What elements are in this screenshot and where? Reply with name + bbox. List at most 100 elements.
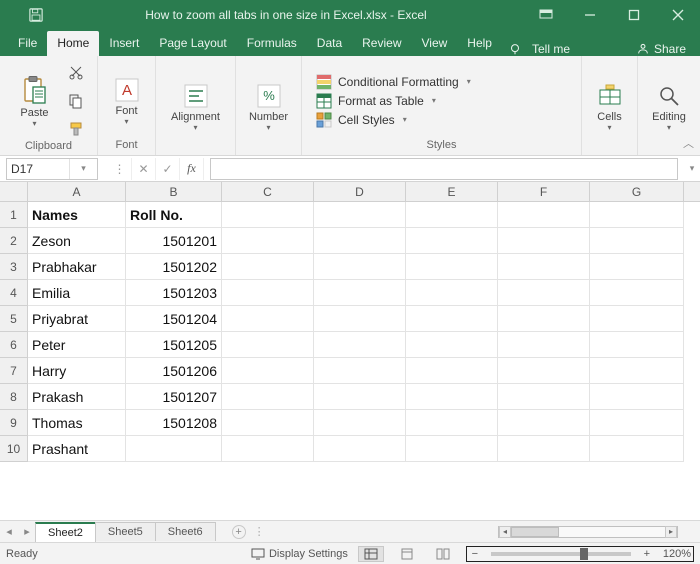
cell[interactable] [590,358,684,384]
cut-icon[interactable] [65,62,87,84]
cell[interactable] [406,254,498,280]
cell[interactable] [406,436,498,462]
row-header[interactable]: 1 [0,202,28,228]
close-icon[interactable] [656,0,700,30]
cell[interactable]: Emilia [28,280,126,306]
cell[interactable]: 1501205 [126,332,222,358]
scrollbar-thumb[interactable] [511,527,559,537]
cell[interactable]: Priyabrat [28,306,126,332]
tab-help[interactable]: Help [457,31,502,56]
tab-scroll-left-icon[interactable]: ◂ [0,525,18,538]
collapse-ribbon-icon[interactable]: ︿ [683,135,694,151]
cell[interactable] [498,384,590,410]
display-settings-button[interactable]: Display Settings [251,548,348,560]
tab-home[interactable]: Home [47,31,99,56]
expand-formula-bar-icon[interactable]: ▾ [684,163,700,174]
tab-view[interactable]: View [412,31,458,56]
cell[interactable] [222,410,314,436]
cell[interactable]: Thomas [28,410,126,436]
number-button[interactable]: % Number ▾ [245,72,293,142]
cell[interactable]: Names [28,202,126,228]
normal-view-icon[interactable] [358,546,384,562]
cell[interactable]: Prashant [28,436,126,462]
cell[interactable] [314,228,406,254]
cell[interactable] [590,254,684,280]
cell[interactable]: 1501207 [126,384,222,410]
row-header[interactable]: 4 [0,280,28,306]
tab-page-layout[interactable]: Page Layout [149,31,236,56]
cell[interactable] [222,384,314,410]
cell[interactable]: 1501208 [126,410,222,436]
page-layout-view-icon[interactable] [394,546,420,562]
cell[interactable] [314,384,406,410]
cell[interactable] [498,254,590,280]
row-header[interactable]: 6 [0,332,28,358]
tab-scroll-right-icon[interactable]: ▸ [18,525,36,538]
cell[interactable] [498,358,590,384]
editing-button[interactable]: Editing ▾ [645,72,693,142]
zoom-slider-thumb[interactable] [580,548,588,560]
cell[interactable]: 1501206 [126,358,222,384]
sheet-tab[interactable]: Sheet5 [95,522,156,541]
cell[interactable] [406,202,498,228]
name-box-input[interactable] [7,159,69,179]
cell[interactable] [590,228,684,254]
page-break-view-icon[interactable] [430,546,456,562]
copy-icon[interactable] [65,90,87,112]
cell[interactable]: Roll No. [126,202,222,228]
col-header[interactable]: F [498,182,590,201]
cell[interactable] [498,202,590,228]
conditional-formatting-button[interactable]: Conditional Formatting ▾ [316,74,471,90]
minimize-icon[interactable] [568,0,612,30]
col-header[interactable]: A [28,182,126,201]
cell[interactable] [498,332,590,358]
zoom-out-icon[interactable]: − [469,548,481,560]
zoom-level[interactable]: 120% [663,548,691,560]
cell[interactable] [314,332,406,358]
row-header[interactable]: 10 [0,436,28,462]
tab-data[interactable]: Data [307,31,352,56]
tellme-bulb-icon[interactable] [508,42,526,56]
name-box-dropdown-icon[interactable]: ▾ [69,159,97,179]
maximize-icon[interactable] [612,0,656,30]
sheet-tab[interactable]: Sheet2 [35,522,96,542]
scroll-right-icon[interactable]: ▸ [665,526,677,538]
cell[interactable] [590,436,684,462]
save-icon[interactable] [24,3,48,27]
cell[interactable] [590,280,684,306]
zoom-in-icon[interactable]: + [641,548,653,560]
cell[interactable] [590,384,684,410]
cell[interactable] [406,384,498,410]
cell[interactable] [222,202,314,228]
cell[interactable]: 1501202 [126,254,222,280]
formula-input[interactable] [210,158,678,180]
cell[interactable] [406,280,498,306]
col-header[interactable]: E [406,182,498,201]
scroll-left-icon[interactable]: ◂ [499,526,511,538]
cell[interactable] [498,280,590,306]
row-header[interactable]: 9 [0,410,28,436]
col-header[interactable]: G [590,182,684,201]
format-as-table-button[interactable]: Format as Table ▾ [316,93,436,109]
row-header[interactable]: 8 [0,384,28,410]
col-header[interactable]: B [126,182,222,201]
select-all-corner[interactable] [0,182,28,201]
cell-styles-button[interactable]: Cell Styles ▾ [316,112,407,128]
cell[interactable] [498,410,590,436]
cell[interactable] [406,410,498,436]
cells-button[interactable]: Cells ▾ [586,72,634,142]
cell[interactable] [590,306,684,332]
cell[interactable] [222,280,314,306]
cancel-icon[interactable]: ✕ [132,158,156,180]
tab-review[interactable]: Review [352,31,411,56]
cell[interactable] [222,332,314,358]
cell[interactable] [406,228,498,254]
cell[interactable] [314,202,406,228]
cell[interactable] [498,436,590,462]
cell[interactable] [126,436,222,462]
cell[interactable] [314,410,406,436]
cell[interactable] [222,228,314,254]
cell[interactable] [222,436,314,462]
cell[interactable] [222,306,314,332]
format-painter-icon[interactable] [65,118,87,140]
